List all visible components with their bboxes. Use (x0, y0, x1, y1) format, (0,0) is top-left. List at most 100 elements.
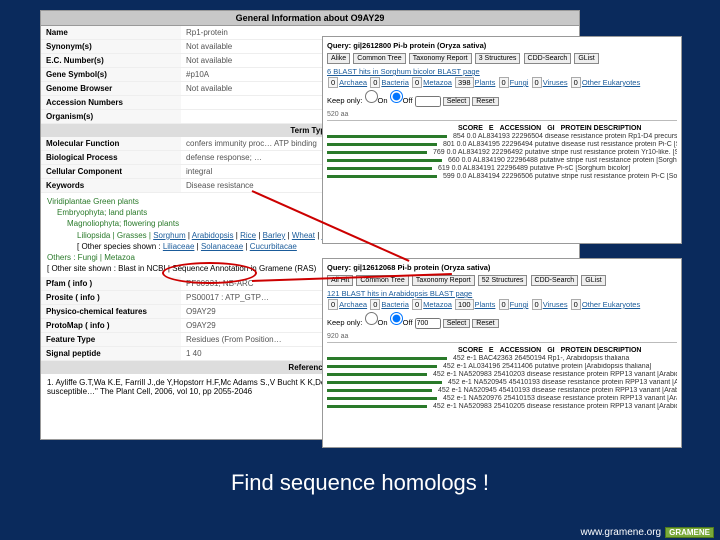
btn-alike[interactable]: Alike (327, 53, 350, 64)
keep-value-input-2[interactable] (415, 318, 441, 329)
hit-row[interactable]: 452 e-1 AL034196 25411406 putative prote… (327, 363, 677, 370)
btn-common-tree[interactable]: Common Tree (353, 53, 405, 64)
row-physico-label: Physico-chemical features (41, 305, 181, 319)
btn-cdd-2[interactable]: CDD-Search (531, 275, 579, 286)
reset-button-2[interactable]: Reset (472, 319, 498, 328)
count-viruses-2: 0 (532, 299, 542, 310)
link-fungi[interactable]: Fungi (510, 78, 529, 87)
blast2-ruler: 920 aa (327, 333, 677, 343)
hit-bar (327, 159, 442, 162)
link-archaea[interactable]: Archaea (339, 78, 367, 87)
hit-meta: 452 e-1 BAC42363 26450194 Rp1-, Arabidop… (453, 355, 677, 362)
row-name-label: Name (41, 26, 181, 40)
blast1-query: Query: gi|2612800 Pi-b protein (Oryza sa… (327, 41, 486, 50)
keep-off-radio-2[interactable] (390, 312, 403, 325)
hit-row[interactable]: 854 0.0 AL834193 22296504 disease resist… (327, 133, 677, 140)
hit-row[interactable]: 769 0.0 AL834192 22296492 putative strip… (327, 149, 677, 156)
link-other-euk[interactable]: Other Eukaryotes (582, 78, 640, 87)
btn-glist-2[interactable]: GList (581, 275, 605, 286)
link-barley[interactable]: Barley (263, 231, 286, 240)
blast2-tax-counts: 0Archaea 0Bacteria 0Metazoa 100Plants 0F… (327, 300, 677, 309)
hit-meta: 599 0.0 AL834194 22296506 putative strip… (443, 173, 677, 180)
hit-row[interactable]: 452 e-1 NA520983 25410203 disease resist… (327, 371, 677, 378)
hit-row[interactable]: 619 0.0 AL834191 22296489 putative Pi-sC… (327, 165, 677, 172)
hit-meta: 769 0.0 AL834192 22296492 putative strip… (433, 149, 677, 156)
footer-url: www.gramene.org (581, 527, 662, 538)
link-cucurb[interactable]: Cucurbitacae (250, 242, 297, 251)
col-accession: ACCESSION (500, 125, 542, 132)
link-metazoa[interactable]: Metazoa (423, 78, 452, 87)
link-other-euk-2[interactable]: Other Eukaryotes (582, 300, 640, 309)
keep-on-radio[interactable] (365, 90, 378, 103)
blast1-toolbar: Alike Common Tree Taxonomy Report 3 Stru… (327, 53, 677, 64)
col-desc: PROTEIN DESCRIPTION (561, 125, 642, 132)
link-arabidopsis[interactable]: Arabidopsis (192, 231, 234, 240)
count-plants: 398 (455, 77, 474, 88)
blast1-keep-only: Keep only: On Off Select Reset (327, 90, 677, 107)
link-sorghum[interactable]: Sorghum (153, 231, 185, 240)
btn-cdd[interactable]: CDD-Search (524, 53, 572, 64)
select-button[interactable]: Select (443, 97, 470, 106)
count-bacteria: 0 (370, 77, 380, 88)
btn-tax-report[interactable]: Taxonomy Report (409, 53, 472, 64)
keep-only-label-2: Keep only: (327, 318, 362, 327)
reset-button[interactable]: Reset (472, 97, 498, 106)
hit-row[interactable]: 452 e-1 NA520983 25410205 disease resist… (327, 403, 677, 410)
count-archaea-2: 0 (328, 299, 338, 310)
hit-meta: 801 0.0 AL834195 22296494 putative disea… (443, 141, 677, 148)
blast2-hit-header: SCORE E ACCESSION GI PROTEIN DESCRIPTION (327, 347, 677, 354)
blast2-toolbar: Ali Hit Common Tree Taxonomy Report 52 S… (327, 275, 677, 286)
link-solanaceae[interactable]: Solanaceae (201, 242, 243, 251)
blast-panel-sorghum: Query: gi|2612800 Pi-b protein (Oryza sa… (322, 36, 682, 244)
hit-row[interactable]: 452 e-1 NA520945 45410193 disease resist… (327, 387, 677, 394)
btn-alihit[interactable]: Ali Hit (327, 275, 353, 286)
col-gi-2: GI (547, 347, 554, 354)
blast2-hitline[interactable]: 121 BLAST hits in Arabidopsis BLAST page (327, 289, 472, 298)
link-wheat[interactable]: Wheat (292, 231, 315, 240)
tax-line-3: Liliopsida | Grasses | (77, 231, 153, 240)
count-other-euk-2: 0 (571, 299, 581, 310)
hit-bar (327, 143, 437, 146)
blast1-hitline[interactable]: 6 BLAST hits in Sorghum bicolor BLAST pa… (327, 67, 480, 76)
link-bacteria[interactable]: Bacteria (381, 78, 409, 87)
col-score: SCORE (458, 125, 483, 132)
link-fungi-2[interactable]: Fungi (510, 300, 529, 309)
link-plants-2[interactable]: Plants (475, 300, 496, 309)
row-mf-label: Molecular Function (41, 137, 181, 151)
btn-structures-2[interactable]: 52 Structures (478, 275, 528, 286)
hit-row[interactable]: 599 0.0 AL834194 22296506 putative strip… (327, 173, 677, 180)
link-metazoa-2[interactable]: Metazoa (423, 300, 452, 309)
keep-value-input[interactable] (415, 96, 441, 107)
link-plants[interactable]: Plants (475, 78, 496, 87)
hit-row[interactable]: 452 e-1 NA520976 25410153 disease resist… (327, 395, 677, 402)
blast1-hit-header: SCORE E ACCESSION GI PROTEIN DESCRIPTION (327, 125, 677, 132)
keep-on-label: On (378, 96, 388, 105)
hit-row[interactable]: 801 0.0 AL834195 22296494 putative disea… (327, 141, 677, 148)
link-bacteria-2[interactable]: Bacteria (381, 300, 409, 309)
hit-bar (327, 405, 427, 408)
hit-row[interactable]: 452 e-1 NA520945 45410193 disease resist… (327, 379, 677, 386)
hit-bar (327, 365, 437, 368)
link-rice[interactable]: Rice (240, 231, 256, 240)
btn-common-tree-2[interactable]: Common Tree (356, 275, 408, 286)
btn-glist[interactable]: GList (574, 53, 598, 64)
btn-structures[interactable]: 3 Structures (475, 53, 521, 64)
keep-on-radio-2[interactable] (365, 312, 378, 325)
hit-bar (327, 389, 432, 392)
row-browser-label: Genome Browser (41, 82, 181, 96)
select-button-2[interactable]: Select (443, 319, 470, 328)
hit-meta: 452 e-1 AL034196 25411406 putative prote… (443, 363, 677, 370)
count-metazoa: 0 (412, 77, 422, 88)
hit-row[interactable]: 660 0.0 AL834190 22296488 putative strip… (327, 157, 677, 164)
link-archaea-2[interactable]: Archaea (339, 300, 367, 309)
btn-tax-report-2[interactable]: Taxonomy Report (412, 275, 475, 286)
row-signal-label: Signal peptide (41, 347, 181, 361)
col-score-2: SCORE (458, 347, 483, 354)
link-viruses[interactable]: Viruses (543, 78, 568, 87)
blast-panel-arabidopsis: Query: gi|12612068 Pi-b protein (Oryza s… (322, 258, 682, 448)
col-desc-2: PROTEIN DESCRIPTION (561, 347, 642, 354)
hit-row[interactable]: 452 e-1 BAC42363 26450194 Rp1-, Arabidop… (327, 355, 677, 362)
keep-off-radio[interactable] (390, 90, 403, 103)
link-viruses-2[interactable]: Viruses (543, 300, 568, 309)
link-liliaceae[interactable]: Liliaceae (163, 242, 195, 251)
